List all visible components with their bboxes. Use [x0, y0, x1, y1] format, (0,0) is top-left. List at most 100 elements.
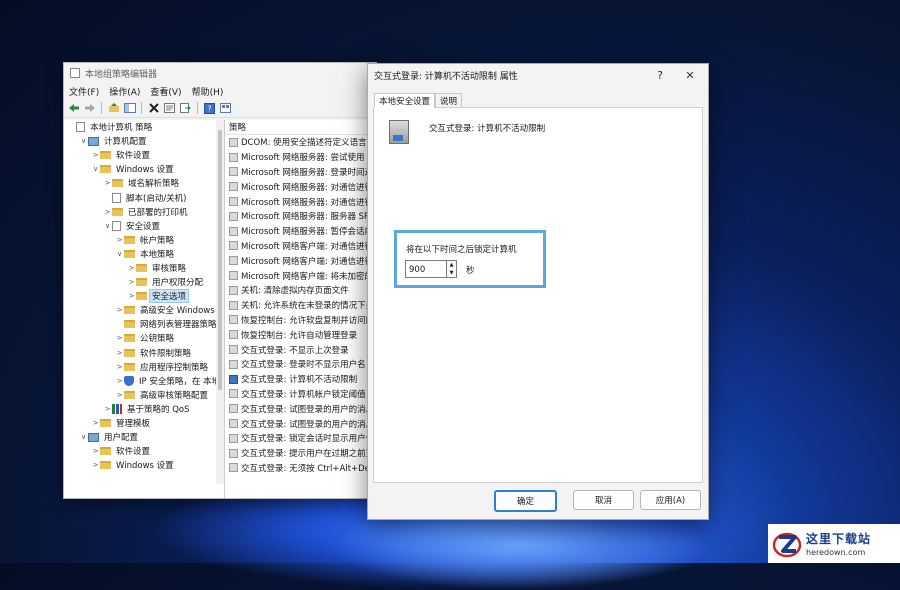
up-folder-icon[interactable] [107, 102, 120, 115]
column-header-policy[interactable]: 策略 [225, 120, 376, 135]
tree-item[interactable]: > 用户权限分配 [64, 275, 224, 289]
expand-toggle-icon[interactable]: > [103, 405, 112, 413]
expand-toggle-icon[interactable]: > [115, 377, 124, 385]
expand-toggle-icon[interactable]: ∨ [91, 165, 100, 173]
policy-row[interactable]: 恢复控制台: 允许软盘复制并访问所 [225, 313, 376, 328]
menu-action[interactable]: 操作(A) [109, 85, 140, 98]
tree-item[interactable]: > 高级安全 Windows [64, 303, 224, 317]
expand-toggle-icon[interactable]: > [103, 208, 112, 216]
folder-icon [124, 348, 135, 357]
tree-item[interactable]: > 高级审核策略配置 [64, 388, 224, 402]
menu-view[interactable]: 查看(V) [150, 85, 181, 98]
expand-toggle-icon[interactable]: > [91, 461, 100, 469]
tree-item[interactable]: ∨ 本地策略 [64, 247, 224, 261]
policy-row[interactable]: Microsoft 网络服务器: 尝试使用 [225, 150, 376, 165]
expand-toggle-icon[interactable]: > [115, 334, 124, 342]
tree-item[interactable]: > 软件限制策略 [64, 346, 224, 360]
tree-item[interactable]: ∨ 安全设置 [64, 219, 224, 233]
export-icon[interactable] [179, 102, 192, 115]
policy-row[interactable]: Microsoft 网络服务器: 登录时间过 [225, 165, 376, 180]
expand-toggle-icon[interactable]: ∨ [103, 222, 112, 230]
forward-arrow-icon[interactable] [83, 102, 96, 115]
tree-item[interactable]: > 软件设置 [64, 444, 224, 458]
policy-row[interactable]: 关机: 允许系统在未登录的情况下关 [225, 298, 376, 313]
policy-row[interactable]: Microsoft 网络客户端: 对通信进行 [225, 239, 376, 254]
tree-item[interactable]: ∨ Windows 设置 [64, 162, 224, 176]
delete-icon[interactable] [147, 102, 160, 115]
tab-local-security-setting[interactable]: 本地安全设置 [374, 93, 436, 108]
ok-button[interactable]: 确定 [494, 490, 557, 512]
help-icon[interactable]: ? [203, 102, 216, 115]
expand-toggle-icon[interactable]: > [127, 278, 136, 286]
tree-item[interactable]: > 基于策略的 QoS [64, 402, 224, 416]
scrollbar-thumb[interactable] [218, 130, 222, 390]
expand-toggle-icon[interactable]: > [115, 236, 124, 244]
expand-toggle-icon[interactable]: ∨ [79, 433, 88, 441]
tree-item[interactable]: > 公钥策略 [64, 331, 224, 345]
menu-file[interactable]: 文件(F) [69, 85, 99, 98]
policy-row[interactable]: 交互式登录: 登录时不显示用户名 [225, 357, 376, 372]
tree-item[interactable]: > 域名解析策略 [64, 176, 224, 190]
seconds-spinner[interactable]: ▲ ▼ [447, 260, 457, 278]
policy-row[interactable]: 交互式登录: 试图登录的用户的消息 [225, 416, 376, 431]
policy-row[interactable]: 交互式登录: 计算机不活动限制 [225, 372, 376, 387]
expand-toggle-icon[interactable]: > [91, 151, 100, 159]
apply-button[interactable]: 应用(A) [640, 490, 701, 510]
tree-item[interactable]: > 审核策略 [64, 261, 224, 275]
show-hide-tree-icon[interactable] [123, 102, 136, 115]
tree-scrollbar[interactable] [216, 120, 224, 484]
tree-item[interactable]: > 安全选项 [64, 289, 224, 304]
policy-row[interactable]: 恢复控制台: 允许自动管理登录 [225, 327, 376, 342]
expand-toggle-icon[interactable]: > [115, 349, 124, 357]
close-button[interactable]: ✕ [680, 67, 700, 83]
expand-toggle-icon[interactable]: > [103, 179, 112, 187]
policy-label: Microsoft 网络服务器: 服务器 SP [241, 212, 370, 223]
policy-row[interactable]: 交互式登录: 试图登录的用户的消息 [225, 401, 376, 416]
tree-item[interactable]: 网络列表管理器策略 [64, 317, 224, 331]
policy-row[interactable]: Microsoft 网络客户端: 将未加密的 [225, 268, 376, 283]
back-arrow-icon[interactable] [67, 102, 80, 115]
tree-item[interactable]: ∨ 用户配置 [64, 430, 224, 444]
help-button[interactable]: ? [650, 67, 670, 83]
policy-row[interactable]: 交互式登录: 计算机帐户锁定阈值 [225, 387, 376, 402]
tree-item[interactable]: > 软件设置 [64, 148, 224, 162]
policy-row[interactable]: Microsoft 网络服务器: 对通信进行 [225, 194, 376, 209]
view-icon[interactable] [219, 102, 232, 115]
inactivity-seconds-input[interactable]: 900 [405, 260, 447, 278]
policy-row[interactable]: 交互式登录: 不显示上次登录 [225, 342, 376, 357]
tab-explain[interactable]: 说明 [435, 93, 463, 108]
policy-row[interactable]: Microsoft 网络服务器: 暂停会话前 [225, 224, 376, 239]
policy-row[interactable]: 交互式登录: 无须按 Ctrl+Alt+Del [225, 461, 376, 476]
expand-toggle-icon[interactable]: ∨ [79, 137, 88, 145]
policy-setting-icon [229, 448, 238, 458]
policy-row[interactable]: Microsoft 网络服务器: 对通信进行 [225, 179, 376, 194]
expand-toggle-icon[interactable]: ∨ [115, 250, 124, 258]
tree-item[interactable]: > 已部署的打印机 [64, 205, 224, 219]
policy-row[interactable]: 关机: 清除虚拟内存页面文件 [225, 283, 376, 298]
tree-item[interactable]: > 帐户策略 [64, 233, 224, 247]
expand-toggle-icon[interactable]: > [115, 363, 124, 371]
expand-toggle-icon[interactable]: > [91, 447, 100, 455]
policy-row[interactable]: DCOM: 使用安全描述符定义语言 [225, 135, 376, 150]
properties-icon[interactable] [163, 102, 176, 115]
tree-item[interactable]: > 管理模板 [64, 416, 224, 430]
folder-icon [100, 165, 111, 174]
tree-item-label: 本地策略 [140, 249, 175, 260]
tree-item[interactable]: 本地计算机 策略 [64, 120, 224, 134]
tree-item[interactable]: > Windows 设置 [64, 458, 224, 472]
cancel-button[interactable]: 取消 [573, 490, 634, 510]
tree-item[interactable]: ∨ 计算机配置 [64, 134, 224, 148]
tree-item[interactable]: > IP 安全策略，在 本地 [64, 374, 224, 388]
expand-toggle-icon[interactable]: > [91, 419, 100, 427]
expand-toggle-icon[interactable]: > [115, 306, 124, 314]
tree-item[interactable]: 脚本(启动/关机) [64, 190, 224, 204]
policy-row[interactable]: 交互式登录: 提示用户在过期之前更 [225, 446, 376, 461]
expand-toggle-icon[interactable]: > [127, 264, 136, 272]
menu-help[interactable]: 帮助(H) [192, 85, 224, 98]
policy-row[interactable]: Microsoft 网络服务器: 服务器 SP [225, 209, 376, 224]
tree-item[interactable]: > 应用程序控制策略 [64, 360, 224, 374]
expand-toggle-icon[interactable]: > [127, 292, 136, 300]
policy-row[interactable]: 交互式登录: 锁定会话时显示用户信 [225, 431, 376, 446]
expand-toggle-icon[interactable]: > [115, 391, 124, 399]
policy-row[interactable]: Microsoft 网络客户端: 对通信进行 [225, 253, 376, 268]
